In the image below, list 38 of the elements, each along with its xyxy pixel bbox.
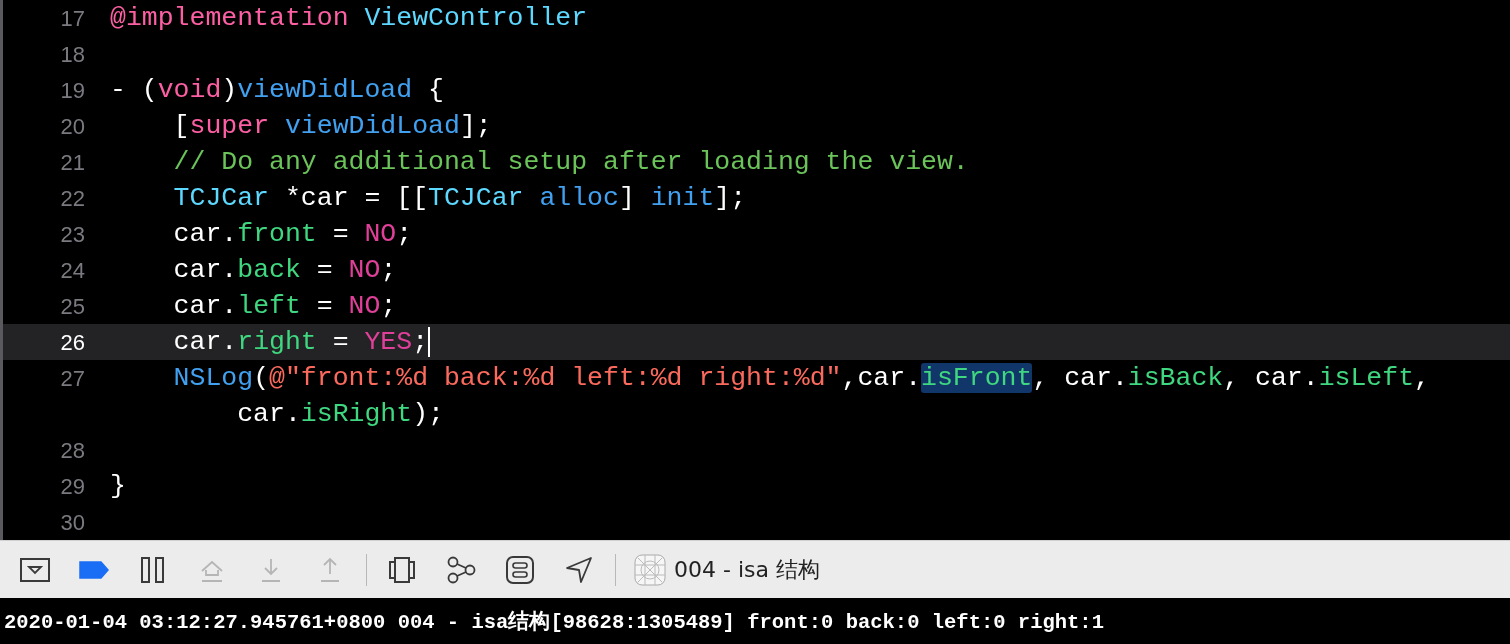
layers-icon [388,556,416,583]
graph-nodes-icon [446,555,476,584]
console-output: 2020-01-04 03:12:27.945761+0800 004 - isa结构[98628:1305489] front:0 back:0 left:0 right:1 [4,609,1104,635]
text-cursor [428,327,431,357]
code-line: car.front = NO; [172,218,413,251]
line-number: 25 [59,293,85,320]
line-number: 22 [59,185,85,212]
code-line: car.left = NO; [172,290,397,323]
location-arrow-icon [565,555,593,584]
line-number: 19 [59,77,85,104]
line-number: 29 [59,473,85,500]
line-number: 23 [59,221,85,248]
pause-icon [141,556,165,583]
code-line: car.back = NO; [172,254,397,287]
line-number: 17 [59,5,85,32]
step-out-icon [318,556,342,583]
code-line: - (void)viewDidLoad { [110,74,444,107]
code-line: TCJCar *car = [[TCJCar alloc] init]; [172,182,747,215]
code-line: [super viewDidLoad]; [172,110,492,143]
code-line: } [110,470,126,503]
line-number: 18 [59,41,85,68]
app-icon [634,553,666,586]
line-number: 24 [59,257,85,284]
code-line: @implementation ViewController [110,2,588,35]
line-number: 21 [59,149,85,176]
target-name: 004 - isa 结构 [674,555,820,584]
line-number: 30 [59,509,85,536]
step-into-icon [259,556,283,583]
code-line: car.right = YES; [172,326,429,359]
toggles-icon [506,555,534,584]
line-number: 20 [59,113,85,140]
line-number: 28 [59,437,85,464]
hide-panel-icon [20,557,50,582]
code-line: NSLog(@"front:%d back:%d left:%d right:%d",car.isFront, car.isBack, car.isLeft, [172,362,1430,395]
code-line: // Do any additional setup after loading the view. [172,146,969,179]
line-number: 26 [59,329,85,356]
code-line: car.isRight); [236,398,444,431]
line-number: 27 [59,365,85,392]
